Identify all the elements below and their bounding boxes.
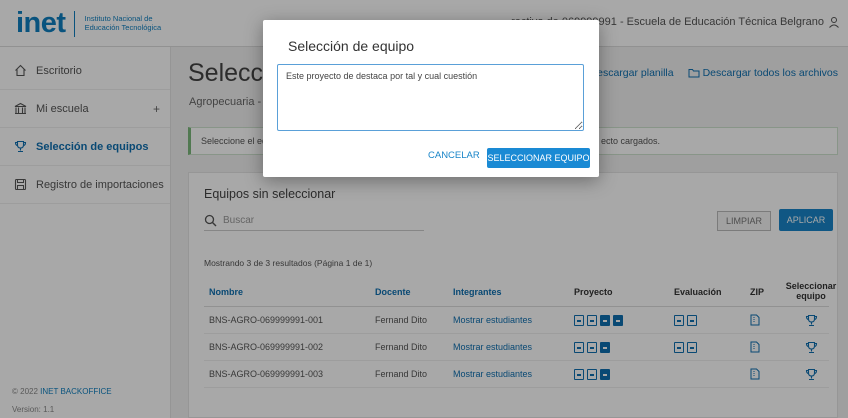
select-team-button[interactable]: SELECCIONAR EQUIPO: [487, 148, 590, 168]
dialog-textarea[interactable]: [277, 64, 584, 131]
cancel-button[interactable]: CANCELAR: [428, 150, 480, 161]
dialog-title: Selección de equipo: [288, 38, 415, 54]
select-team-dialog: Selección de equipo CANCELAR SELECCIONAR…: [263, 20, 599, 177]
